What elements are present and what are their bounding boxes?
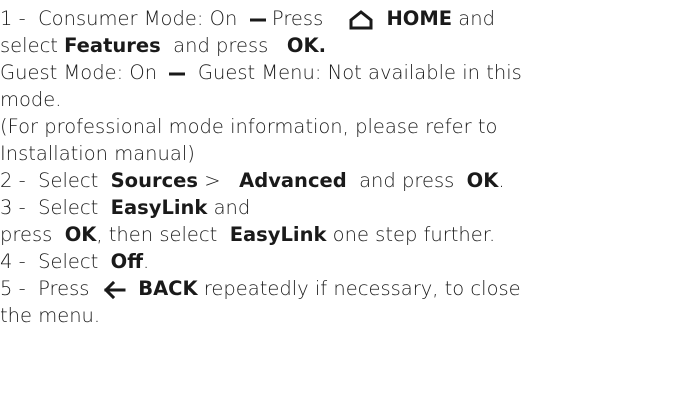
step-1-line: 1 - Consumer Mode: On Press HOME and — [0, 6, 495, 32]
menu-text: the menu. — [0, 304, 101, 327]
guest-menu-text: Guest Menu: Not available in this — [197, 61, 522, 84]
select-text: Select — [38, 169, 99, 192]
note-line-2: Installation manual) — [0, 141, 195, 167]
press-text: Press — [271, 7, 324, 30]
step-1-line-2: select Features and press OK. — [0, 33, 326, 59]
easylink-label: EasyLink — [110, 196, 208, 219]
select-text: Select — [38, 250, 99, 273]
and-text: and — [213, 196, 251, 219]
guest-mode-line: Guest Mode: On Guest Menu: Not available… — [0, 60, 522, 86]
step-number: 2 - — [0, 169, 26, 192]
dash-icon — [249, 18, 266, 21]
step-5-line: 5 - Press BACK repeatedly if necessary, … — [0, 276, 521, 302]
menu-separator: > — [204, 169, 221, 192]
select-text: Select — [38, 196, 99, 219]
dash-icon — [169, 72, 186, 75]
off-label: Off — [110, 250, 144, 273]
one-step-text: one step further. — [332, 223, 496, 246]
ok-label: OK — [64, 223, 97, 246]
guest-mode-label: Guest Mode: On — [0, 61, 158, 84]
press-text: press — [0, 223, 53, 246]
back-key-label: BACK — [138, 277, 198, 300]
mode-label: Consumer Mode: On — [38, 7, 238, 30]
step-number: 1 - — [0, 7, 26, 30]
guest-mode-line-2: mode. — [0, 87, 62, 113]
features-label: Features — [64, 34, 161, 57]
and-press-text: and press — [173, 34, 269, 57]
press-text: Press — [38, 277, 90, 300]
step-3-line-2: press OK, then select EasyLink one step … — [0, 222, 495, 248]
step-4-line: 4 - Select Off. — [0, 249, 149, 275]
step-number: 3 - — [0, 196, 26, 219]
home-icon — [349, 9, 373, 29]
back-arrow-icon — [103, 280, 126, 299]
easylink-label: EasyLink — [229, 223, 327, 246]
then-select-text: , then select — [96, 223, 218, 246]
ok-label: OK. — [286, 34, 327, 57]
repeat-text: repeatedly if necessary, to close — [203, 277, 521, 300]
and-press-text: and press — [359, 169, 455, 192]
home-key-label: HOME — [386, 7, 453, 30]
mode-text: mode. — [0, 88, 62, 111]
advanced-label: Advanced — [239, 169, 347, 192]
step-number: 4 - — [0, 250, 26, 273]
instruction-document: 1 - Consumer Mode: On Press HOME and sel… — [0, 0, 685, 398]
step-2-line: 2 - Select Sources > Advanced and press … — [0, 168, 505, 194]
note-line: (For professional mode information, plea… — [0, 114, 497, 140]
and-text: and — [458, 7, 495, 30]
step-5-line-2: the menu. — [0, 303, 100, 329]
ok-label: OK — [466, 169, 499, 192]
step-3-line: 3 - Select EasyLink and — [0, 195, 250, 221]
select-text: select — [0, 34, 58, 57]
period: . — [498, 169, 505, 192]
sources-label: Sources — [110, 169, 198, 192]
period: . — [143, 250, 150, 273]
installation-note: Installation manual) — [0, 142, 195, 165]
professional-note: (For professional mode information, plea… — [0, 115, 498, 138]
step-number: 5 - — [0, 277, 26, 300]
